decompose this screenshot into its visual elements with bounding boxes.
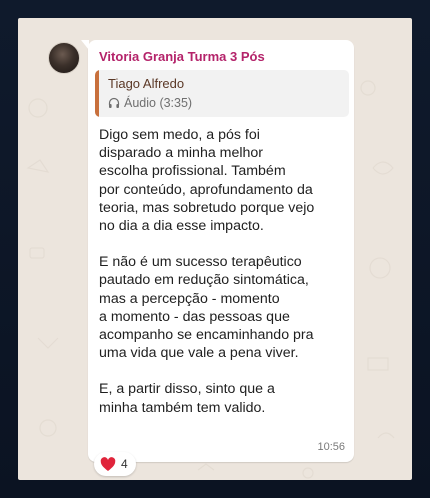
message-timestamp: 10:56 [317,441,345,453]
reaction-count: 4 [121,457,128,471]
message-text: Digo sem medo, a pós foi disparado a min… [99,126,347,417]
message-paragraph-3: E, a partir disso, sinto que a minha tam… [99,381,275,416]
message-paragraph-2: E não é um sucesso terapêutico pautado e… [99,254,314,362]
chat-area[interactable]: Vitoria Granja Turma 3 Pós Tiago Alfredo… [18,18,412,480]
sender-name[interactable]: Vitoria Granja Turma 3 Pós [99,49,265,64]
quoted-sender-name: Tiago Alfredo [108,76,185,91]
heart-icon [100,456,116,471]
screenshot-frame: Vitoria Granja Turma 3 Pós Tiago Alfredo… [0,0,430,498]
quote-accent-bar [95,70,99,117]
quoted-audio-info: Áudio (3:35) [108,96,192,110]
sender-avatar[interactable] [48,42,80,74]
quoted-message[interactable]: Tiago Alfredo Áudio (3:35) [95,70,349,117]
reaction-badge[interactable]: 4 [94,452,136,476]
message-bubble[interactable]: Vitoria Granja Turma 3 Pós Tiago Alfredo… [81,40,354,462]
headphones-icon [108,97,120,108]
message-paragraph-1: Digo sem medo, a pós foi disparado a min… [99,127,315,235]
quoted-audio-label: Áudio (3:35) [124,96,193,110]
